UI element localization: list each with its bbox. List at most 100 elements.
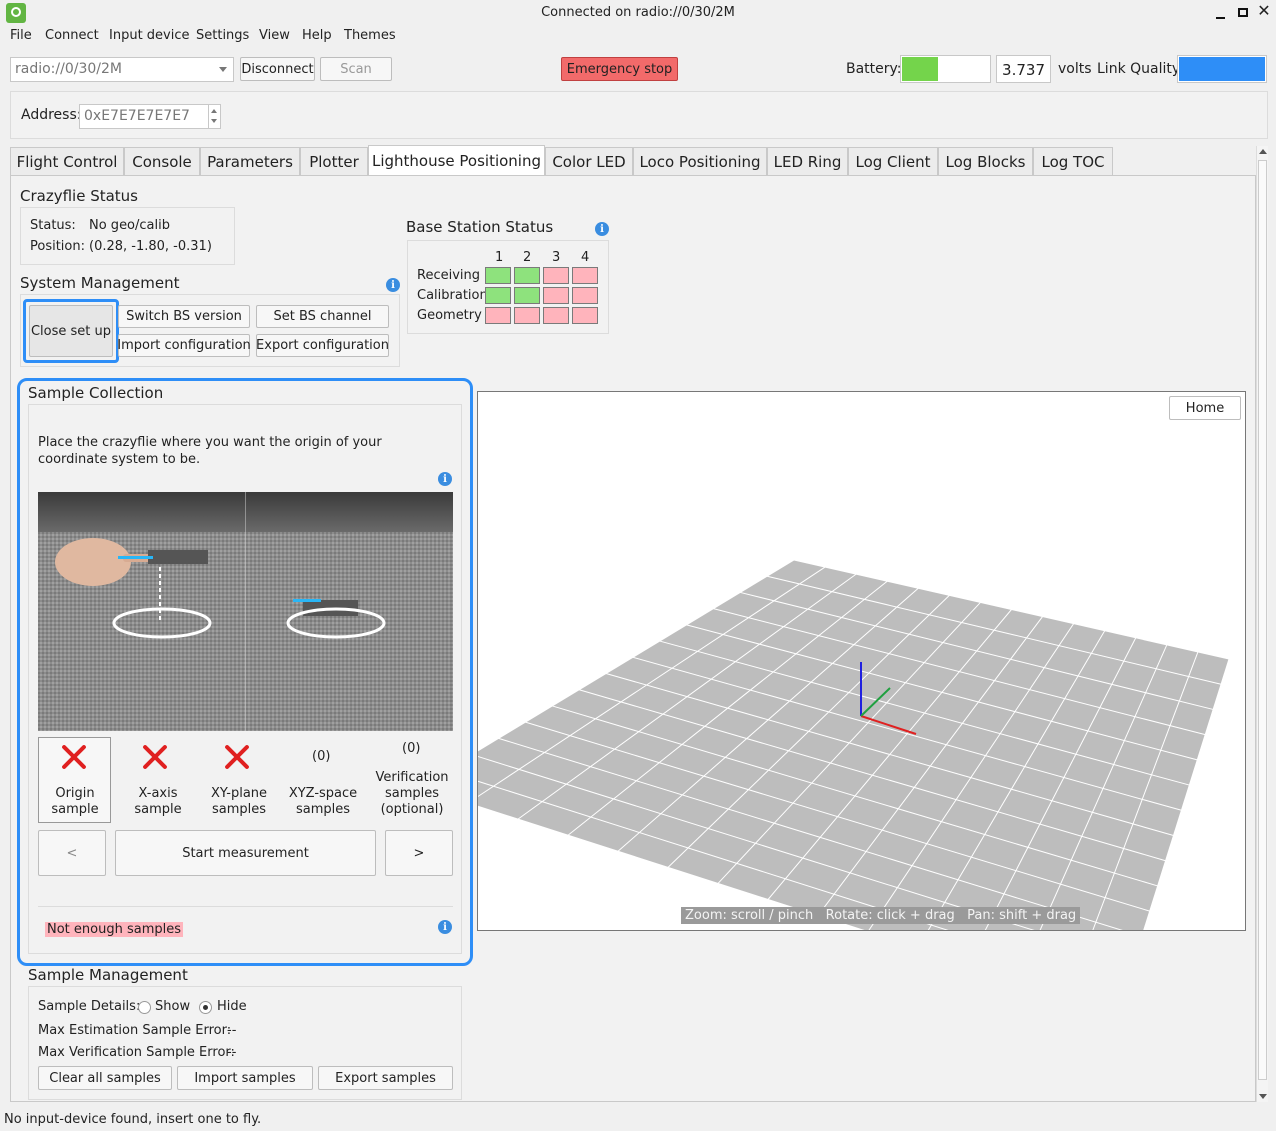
tab-led-ring[interactable]: LED Ring (767, 147, 848, 175)
menu-settings[interactable]: Settings (196, 28, 249, 43)
menu-input-device[interactable]: Input device (109, 28, 190, 43)
bs-cell-receiving-2 (514, 267, 540, 284)
step-xy-plane-caption: XY-plane samples (210, 786, 268, 817)
export-samples-button[interactable]: Export samples (318, 1066, 453, 1090)
close-icon[interactable]: ✕ (1256, 2, 1272, 20)
emergency-stop-button[interactable]: Emergency stop (561, 57, 678, 81)
tab-log-client[interactable]: Log Client (848, 147, 938, 175)
scrollbar-thumb[interactable] (1258, 160, 1267, 1080)
import-configuration-button[interactable]: Import configuration (117, 334, 251, 357)
address-spin-buttons[interactable] (208, 105, 220, 128)
3d-viewer[interactable]: Home Zoom: scroll / pinch Rotate: click … (477, 391, 1246, 931)
max-estimation-error-value: -- (227, 1023, 237, 1038)
battery-bar (900, 55, 991, 83)
vertical-scrollbar[interactable] (1256, 146, 1268, 1102)
warning-info-icon[interactable]: i (438, 920, 452, 934)
base-station-info-icon[interactable]: i (595, 222, 609, 236)
status-bar-message: No input-device found, insert one to fly… (4, 1112, 262, 1127)
step-x-axis-caption: X-axis sample (134, 786, 182, 817)
uri-select[interactable]: radio://0/30/2M (10, 57, 234, 82)
bs-cell-receiving-1 (485, 267, 511, 284)
show-radio-label[interactable]: Show (155, 999, 190, 1014)
tab-loco-positioning[interactable]: Loco Positioning (633, 147, 767, 175)
scroll-down-icon[interactable] (1259, 1094, 1267, 1099)
address-value: 0xE7E7E7E7E7 (84, 108, 190, 124)
previous-step-button[interactable]: < (38, 830, 106, 876)
minimize-icon[interactable] (1214, 6, 1228, 20)
hide-radio[interactable] (199, 1001, 212, 1014)
bs-column-4: 4 (581, 250, 590, 265)
uri-select-value: radio://0/30/2M (15, 61, 122, 77)
sample-collection-title: Sample Collection (28, 384, 164, 402)
chevron-down-icon (211, 119, 217, 123)
chevron-up-icon (211, 109, 217, 113)
bs-column-1: 1 (495, 250, 504, 265)
viewer-hint: Zoom: scroll / pinch Rotate: click + dra… (681, 907, 1081, 924)
bs-cell-receiving-4 (572, 267, 598, 284)
menu-help[interactable]: Help (302, 28, 332, 43)
bs-cell-geometry-2 (514, 307, 540, 324)
origin-missing-icon (60, 743, 88, 771)
bs-column-2: 2 (523, 250, 532, 265)
max-estimation-error-label: Max Estimation Sample Error: (38, 1023, 232, 1038)
maximize-icon[interactable] (1236, 6, 1250, 20)
ground-plane (478, 560, 1229, 930)
status-label: Status: (30, 218, 76, 233)
ground-grid (478, 559, 1230, 930)
tab-color-led[interactable]: Color LED (545, 147, 633, 175)
not-enough-samples-warning: Not enough samples (45, 922, 183, 937)
tab-plotter[interactable]: Plotter (300, 147, 368, 175)
tab-flight-control[interactable]: Flight Control (10, 147, 124, 175)
scroll-up-icon[interactable] (1259, 149, 1267, 154)
address-group: Address: 0xE7E7E7E7E7 (10, 91, 1268, 139)
tab-parameters[interactable]: Parameters (200, 147, 300, 175)
disconnect-button[interactable]: Disconnect (240, 57, 315, 81)
crazyflie-status-title: Crazyflie Status (20, 187, 138, 205)
instruction-text: Place the crazyflie where you want the o… (38, 435, 382, 467)
xy-plane-missing-icon (223, 743, 251, 771)
sample-collection-info-icon[interactable]: i (438, 472, 452, 486)
close-setup-button[interactable]: Close set up (29, 305, 113, 357)
scan-button[interactable]: Scan (320, 57, 392, 81)
voltage-field: 3.737 (996, 55, 1051, 83)
tab-console[interactable]: Console (124, 147, 200, 175)
bs-cell-geometry-3 (543, 307, 569, 324)
crazyflie-status-group: Status: No geo/calib Position: (0.28, -1… (20, 207, 235, 265)
voltage-value: 3.737 (1002, 61, 1045, 79)
tab-log-toc[interactable]: Log TOC (1033, 147, 1113, 175)
menu-themes[interactable]: Themes (344, 28, 396, 43)
divider (38, 906, 453, 907)
start-measurement-button[interactable]: Start measurement (115, 830, 376, 876)
system-management-info-icon[interactable]: i (386, 278, 400, 292)
tab-log-blocks[interactable]: Log Blocks (938, 147, 1033, 175)
home-button[interactable]: Home (1169, 396, 1241, 420)
step-verification-caption: Verification samples (optional) (375, 770, 449, 817)
next-step-button[interactable]: > (385, 830, 453, 876)
export-configuration-button[interactable]: Export configuration (256, 334, 389, 357)
show-radio[interactable] (138, 1001, 151, 1014)
menu-file[interactable]: File (10, 28, 32, 43)
bs-cell-geometry-1 (485, 307, 511, 324)
bs-cell-calibration-3 (543, 287, 569, 304)
link-quality-bar (1177, 55, 1267, 83)
verification-count: (0) (402, 741, 421, 756)
bs-column-3: 3 (552, 250, 561, 265)
import-samples-button[interactable]: Import samples (177, 1066, 313, 1090)
x-axis-missing-icon (141, 743, 169, 771)
chevron-down-icon (219, 67, 227, 72)
xyz-space-count: (0) (312, 749, 331, 764)
menu-connect[interactable]: Connect (45, 28, 99, 43)
set-bs-channel-button[interactable]: Set BS channel (256, 305, 389, 328)
sample-management-title: Sample Management (28, 966, 188, 984)
bs-cell-receiving-3 (543, 267, 569, 284)
address-field[interactable]: 0xE7E7E7E7E7 (79, 104, 221, 129)
menu-view[interactable]: View (259, 28, 290, 43)
volts-label: volts (1058, 61, 1092, 77)
bs-cell-calibration-1 (485, 287, 511, 304)
system-management-title: System Management (20, 274, 180, 292)
tab-lighthouse-positioning[interactable]: Lighthouse Positioning (368, 145, 545, 176)
switch-bs-version-button[interactable]: Switch BS version (118, 305, 250, 328)
hide-radio-label[interactable]: Hide (217, 999, 247, 1014)
status-value: No geo/calib (89, 218, 170, 233)
clear-all-samples-button[interactable]: Clear all samples (38, 1066, 172, 1090)
